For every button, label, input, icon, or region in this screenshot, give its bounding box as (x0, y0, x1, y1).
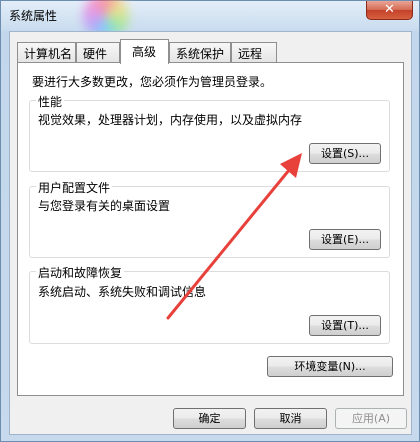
tab-label: 高级 (132, 45, 157, 59)
startup-recovery-settings-button[interactable]: 设置(T)... (309, 315, 381, 336)
tab-label: 硬件 (83, 47, 108, 61)
system-properties-window: 系统属性 ✕ 计算机名 硬件 高级 系统保护 远程 要进行大多数更改，您必须作为… (0, 0, 420, 442)
tab-advanced[interactable]: 高级 (120, 39, 169, 64)
user-profiles-title: 用户配置文件 (36, 179, 113, 196)
user-profiles-settings-button[interactable]: 设置(E)... (309, 229, 381, 250)
environment-variables-button[interactable]: 环境变量(N)... (267, 356, 393, 377)
startup-recovery-title: 启动和故障恢复 (36, 264, 125, 281)
tab-hardware[interactable]: 硬件 (76, 42, 120, 62)
user-profiles-description: 与您登录有关的桌面设置 (38, 199, 171, 213)
apply-button[interactable]: 应用(A) (335, 408, 407, 429)
dialog-body: 计算机名 硬件 高级 系统保护 远程 要进行大多数更改，您必须作为管理员登录。 … (9, 31, 412, 435)
tab-system-protection[interactable]: 系统保护 (169, 42, 231, 62)
tab-label: 系统保护 (176, 47, 225, 61)
close-icon: ✕ (384, 2, 395, 17)
tab-label: 远程 (238, 47, 263, 61)
tab-computer-name[interactable]: 计算机名 (17, 42, 76, 62)
performance-description: 视觉效果，处理器计划，内存使用，以及虚拟内存 (38, 113, 303, 127)
advanced-tab-panel: 要进行大多数更改，您必须作为管理员登录。 性能 视觉效果，处理器计划，内存使用，… (17, 62, 404, 396)
ok-button[interactable]: 确定 (173, 408, 246, 429)
performance-group: 性能 视觉效果，处理器计划，内存使用，以及虚拟内存 设置(S)... (29, 93, 390, 172)
admin-notice: 要进行大多数更改，您必须作为管理员登录。 (32, 75, 273, 89)
tab-label: 计算机名 (24, 47, 73, 61)
cancel-button[interactable]: 取消 (254, 408, 327, 429)
user-profiles-group: 用户配置文件 与您登录有关的桌面设置 设置(E)... (29, 179, 390, 258)
title-bar[interactable]: 系统属性 ✕ (1, 0, 419, 39)
startup-recovery-description: 系统启动、系统失败和调试信息 (38, 285, 207, 299)
tab-remote[interactable]: 远程 (231, 42, 277, 62)
performance-settings-button[interactable]: 设置(S)... (309, 143, 381, 164)
startup-recovery-group: 启动和故障恢复 系统启动、系统失败和调试信息 设置(T)... (29, 264, 390, 344)
close-button[interactable]: ✕ (366, 1, 413, 20)
performance-title: 性能 (36, 93, 65, 110)
window-title: 系统属性 (9, 9, 58, 23)
